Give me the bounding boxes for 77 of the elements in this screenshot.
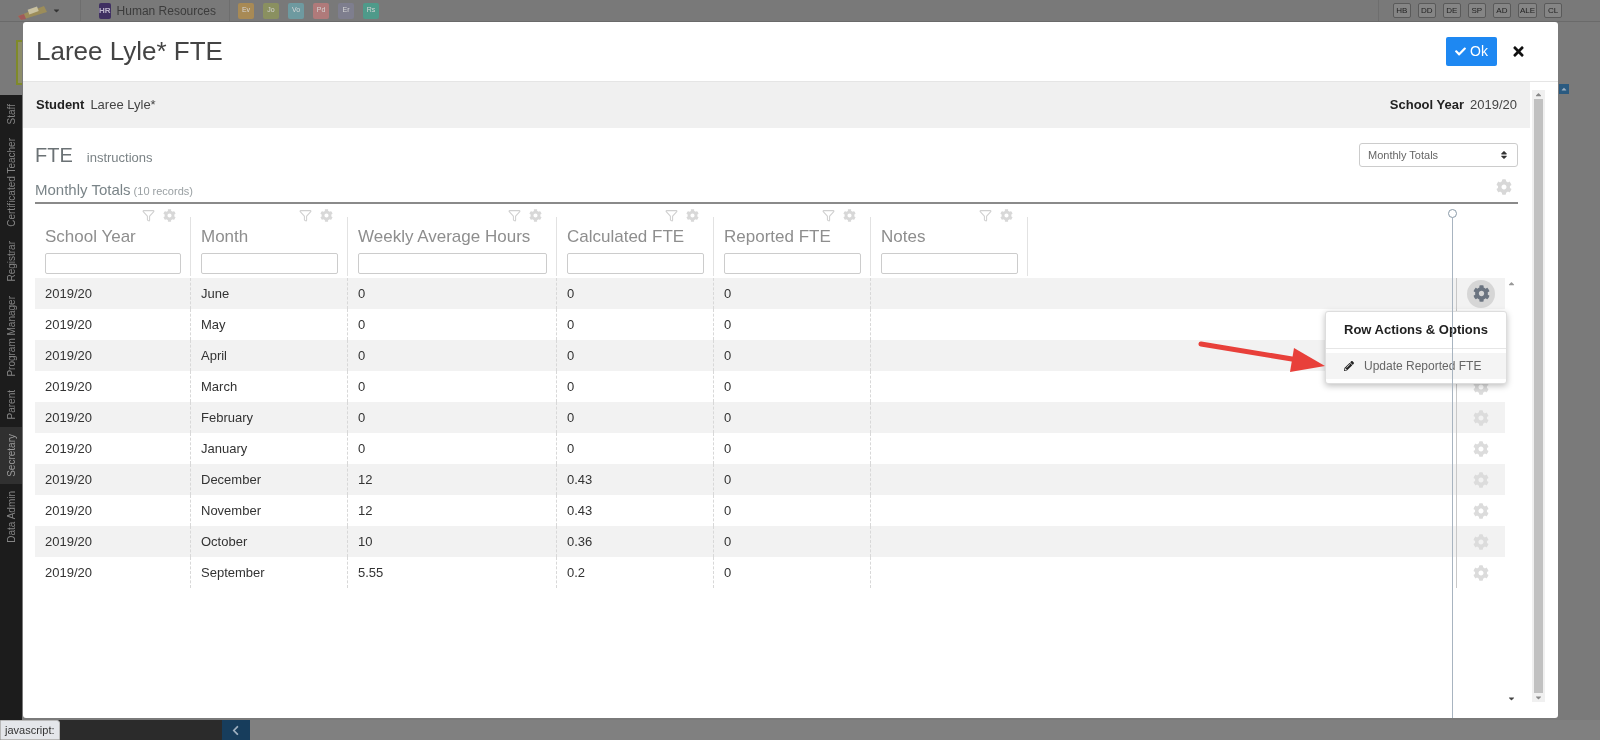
app-badge[interactable]: DE [1442,3,1461,18]
settings-icon[interactable] [1473,440,1489,457]
status-tooltip: javascript: [0,720,60,740]
caret-up-icon [1560,85,1568,93]
settings-icon[interactable] [529,209,542,222]
app-badge[interactable]: HB [1392,3,1411,18]
settings-icon[interactable] [1473,502,1489,519]
caret-up-icon[interactable] [1534,90,1543,99]
field-label: Student [36,96,85,115]
sort-icon [1499,150,1509,160]
filter-field[interactable] [45,252,181,274]
student-name: Laree Lyle* [90,96,156,115]
app-tile [16,40,22,85]
settings-icon [1472,285,1490,302]
check-icon [1455,46,1467,57]
column-header[interactable]: Reported FTE [724,224,861,250]
sidebar-tab[interactable]: Certificated Teacher [0,131,22,235]
settings-icon[interactable] [686,209,699,222]
app-badge[interactable]: CL [1544,3,1562,18]
filter-icon[interactable] [299,209,312,222]
sidebar-tab[interactable]: Program Manager [0,288,22,384]
settings-icon[interactable] [1473,564,1489,581]
column-header[interactable]: School Year [45,224,181,250]
app-badge[interactable]: DD [1417,3,1436,18]
app-badge[interactable]: AD [1492,3,1511,18]
filter-field[interactable] [201,252,338,274]
filter-icon[interactable] [979,209,992,222]
module-badge: HR [99,2,111,19]
settings-icon[interactable] [843,209,856,222]
filter-icon[interactable] [665,209,678,222]
section-title: FTE [35,143,73,168]
module-name[interactable]: Human Resources [116,1,216,20]
table-cell: 0 [714,557,871,588]
row-settings-button[interactable] [1467,279,1495,308]
filter-field[interactable] [881,252,1018,274]
field-label: School Year [1389,96,1464,115]
settings-icon[interactable] [1496,179,1512,195]
column-header[interactable]: Notes [881,224,1018,250]
settings-icon[interactable] [320,209,333,222]
scroll-top-button[interactable] [1559,84,1569,94]
dialog-scrollbar[interactable] [1532,90,1545,702]
app-badge[interactable]: SP [1467,3,1486,18]
collapse-button[interactable] [221,720,250,740]
menu-item[interactable]: Update Reported FTE [1326,353,1506,379]
pencil-icon [1344,361,1354,371]
settings-icon[interactable] [1000,209,1013,222]
table-cell: September [191,557,348,588]
caret-down-icon[interactable] [1507,694,1516,703]
sidebar-tab[interactable]: Registrar [0,234,22,289]
instructions-link[interactable]: instructions [86,148,153,168]
filter-icon[interactable] [508,209,521,222]
dialog-title: Laree Lyle* FTE [36,35,223,68]
table-title: Monthly Totals [35,179,131,200]
filter-field[interactable] [358,252,547,274]
column-header[interactable]: Calculated FTE [567,224,704,250]
sidebar-tab[interactable]: Secretary [0,426,22,484]
table-cell: 2019/20 [35,557,191,588]
ok-button[interactable]: Ok [1446,37,1497,66]
column-header[interactable]: Weekly Average Hours [358,224,547,250]
settings-icon[interactable] [163,209,176,222]
caret-icon[interactable] [52,6,61,15]
school-year: 2019/20 [1470,96,1517,115]
close-icon[interactable] [1511,44,1526,59]
filter-field[interactable] [567,252,704,274]
filter-icon[interactable] [142,209,155,222]
view-select[interactable]: Monthly Totals [1359,143,1518,167]
sidebar-tab[interactable]: Staff [0,97,22,132]
app-badge[interactable]: ALE [1517,3,1537,18]
filter-field[interactable] [724,252,861,274]
sidebar-tab[interactable]: Data Admin [0,483,22,550]
caret-up-icon[interactable] [1507,279,1516,288]
table-cell: 5.55 [348,557,557,588]
column-header[interactable]: Month [201,224,338,250]
sidebar-tab[interactable]: Parent [0,383,22,427]
table-cell: 0.2 [557,557,714,588]
filter-icon[interactable] [822,209,835,222]
record-count: (10 records) [133,183,193,199]
